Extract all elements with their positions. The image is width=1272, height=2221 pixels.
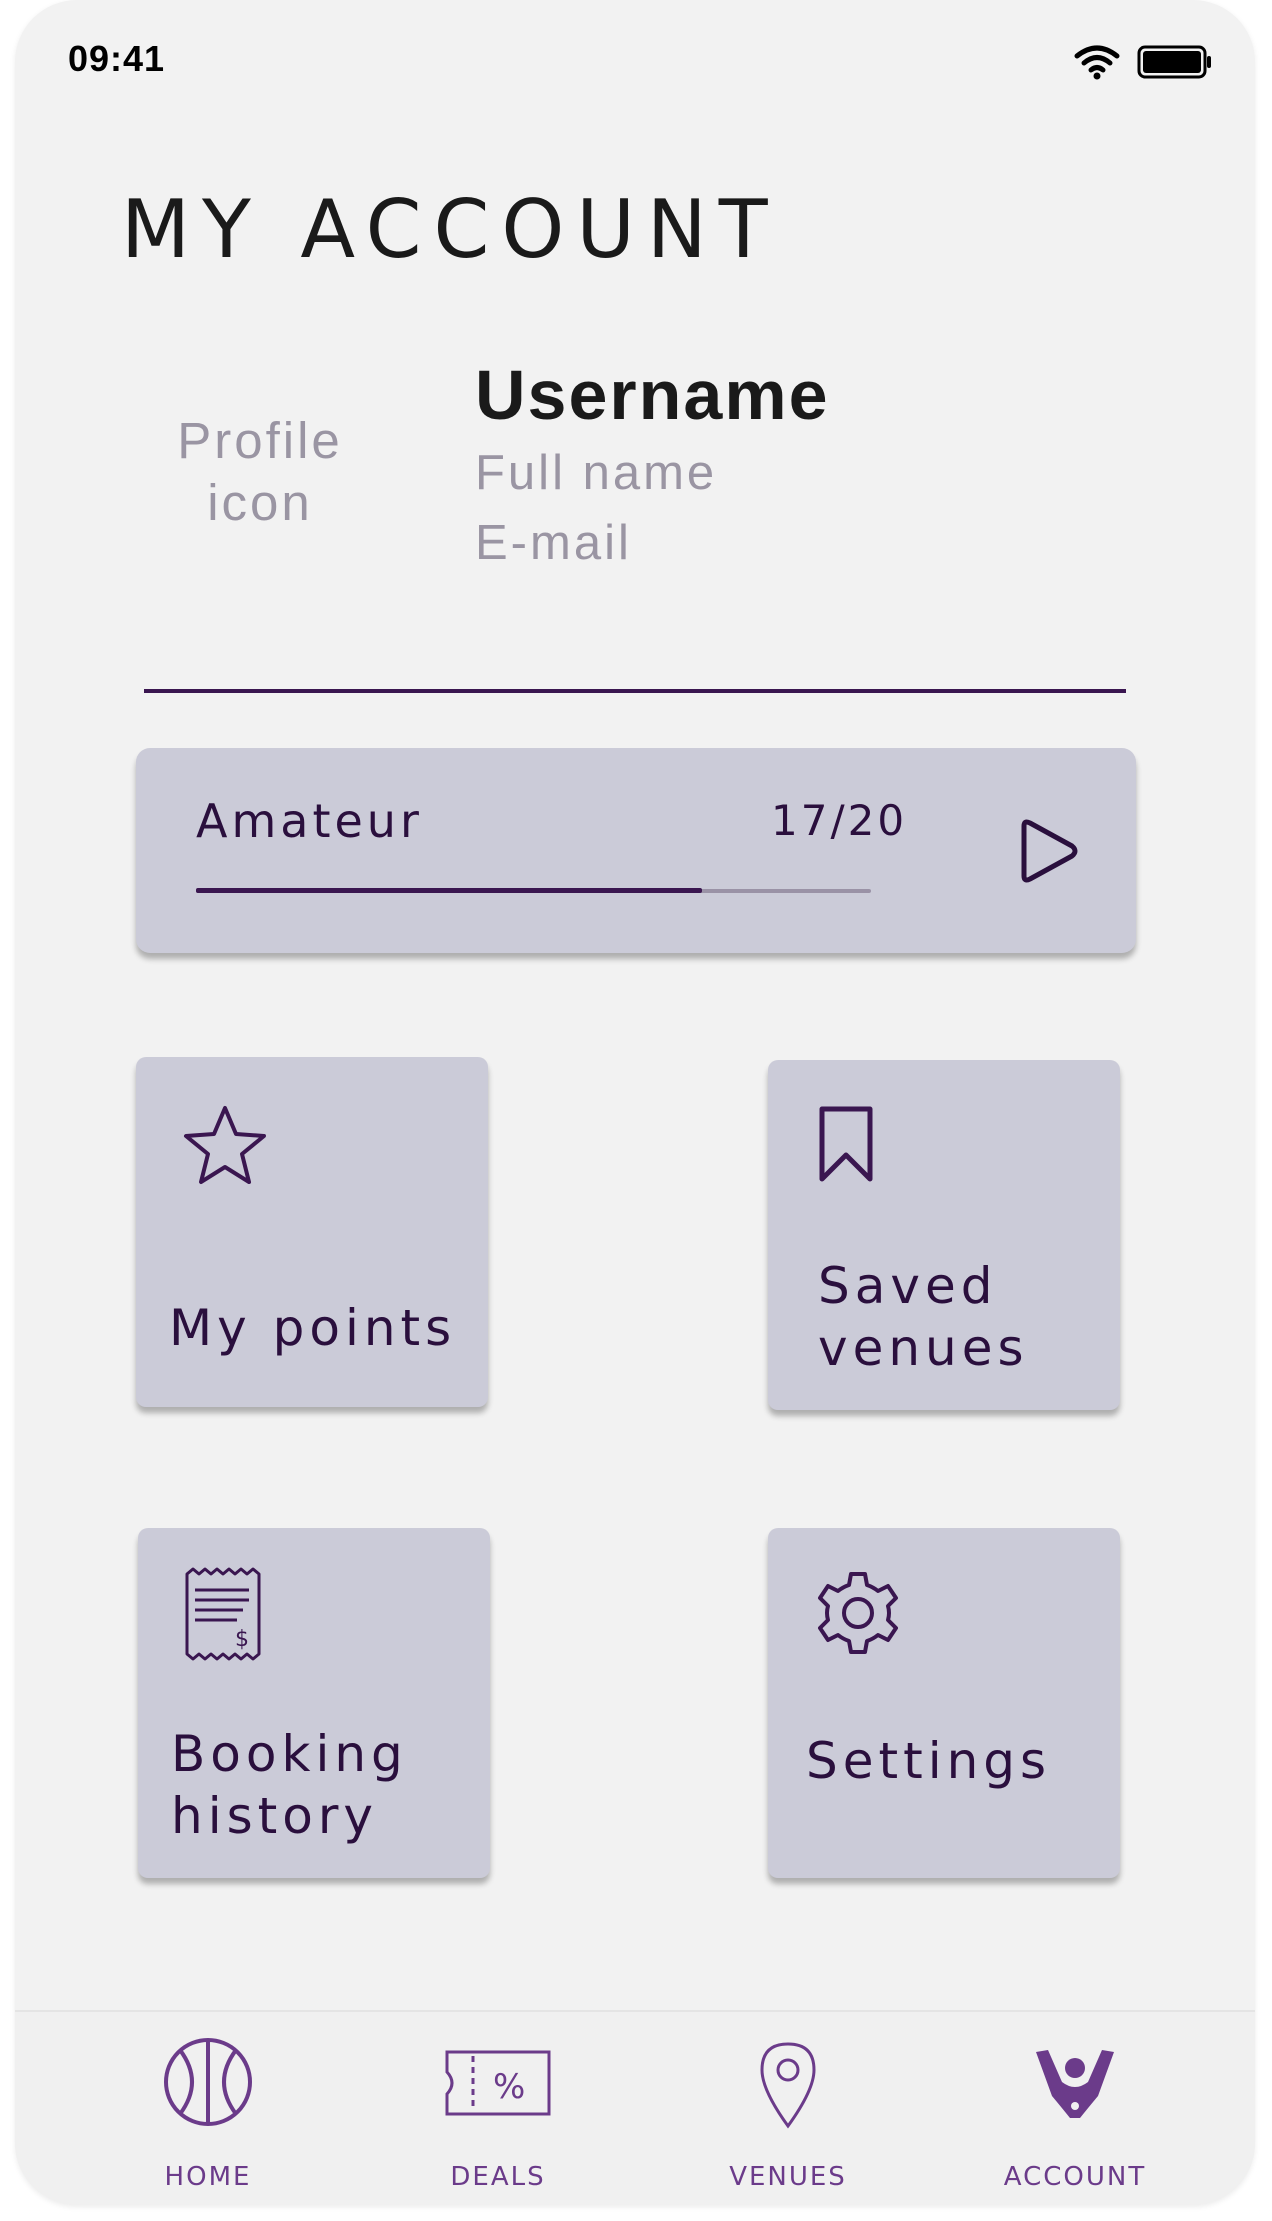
ticket-percent-icon: % <box>445 2050 551 2116</box>
avatar[interactable]: Profile icon <box>145 410 375 534</box>
page-title: MY ACCOUNT <box>121 183 780 276</box>
bookmark-icon <box>819 1106 873 1182</box>
tile-label-booking-history-line2: history <box>171 1787 378 1845</box>
receipt-icon: $ <box>185 1567 261 1661</box>
star-icon <box>184 1106 266 1184</box>
tile-label-booking-history: Booking history <box>171 1723 408 1847</box>
basketball-icon <box>164 2038 252 2126</box>
level-card[interactable]: Amateur 17/20 <box>136 748 1136 953</box>
person-cheer-icon <box>1036 2050 1114 2118</box>
tile-saved-venues[interactable]: Saved venues <box>768 1060 1120 1410</box>
tile-settings[interactable]: Settings <box>768 1528 1120 1878</box>
gear-icon <box>818 1572 898 1654</box>
level-progress-count: 17/20 <box>771 796 908 845</box>
tile-label-my-points: My points <box>169 1299 457 1357</box>
tile-label-booking-history-line1: Booking <box>171 1725 408 1783</box>
svg-text:$: $ <box>235 1627 249 1652</box>
status-icons <box>1073 44 1213 80</box>
tab-home[interactable]: HOME <box>98 2012 318 2205</box>
svg-text:%: % <box>493 2067 525 2107</box>
phone-screen: 09:41 MY ACCOUNT Profile icon Username F… <box>15 0 1255 2205</box>
tab-home-label: HOME <box>164 2162 252 2192</box>
tile-label-saved-venues: Saved venues <box>818 1255 1029 1379</box>
battery-icon <box>1137 45 1211 79</box>
email: E-mail <box>475 516 632 570</box>
tile-label-settings: Settings <box>806 1732 1052 1790</box>
wifi-icon <box>1074 45 1120 80</box>
tab-account[interactable]: ACCOUNT <box>965 2012 1185 2205</box>
tile-label-saved-venues-line1: Saved <box>818 1257 998 1315</box>
status-time: 09:41 <box>68 38 166 79</box>
tile-booking-history[interactable]: $ Booking history <box>138 1528 490 1878</box>
level-progress-fill <box>196 888 703 893</box>
tab-venues-label: VENUES <box>729 2162 847 2192</box>
tile-my-points[interactable]: My points <box>136 1057 488 1407</box>
play-icon[interactable] <box>1016 816 1082 886</box>
full-name: Full name <box>475 446 718 500</box>
tab-account-label: ACCOUNT <box>1003 2162 1147 2192</box>
tab-venues[interactable]: VENUES <box>678 2012 898 2205</box>
profile-divider <box>144 689 1126 693</box>
username: Username <box>475 356 830 434</box>
level-name: Amateur <box>196 794 423 848</box>
avatar-placeholder-line1: Profile <box>177 412 343 469</box>
level-progress-bar <box>196 888 871 893</box>
location-pin-icon <box>760 2042 816 2129</box>
avatar-placeholder-line2: icon <box>207 474 313 531</box>
tab-deals[interactable]: % DEALS <box>388 2012 608 2205</box>
bottom-tab-bar: HOME % DEALS VENUES ACCOUNT <box>15 2010 1255 2205</box>
tile-label-saved-venues-line2: venues <box>818 1319 1029 1377</box>
tab-deals-label: DEALS <box>450 2162 546 2192</box>
